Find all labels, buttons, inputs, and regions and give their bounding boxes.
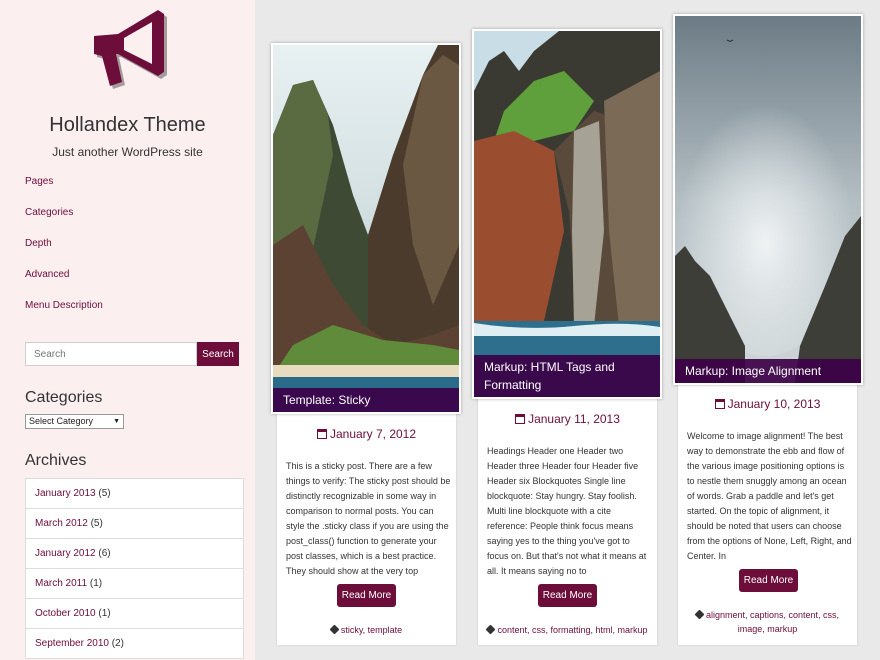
post-thumbnail[interactable]: Markup: Image Alignment (673, 14, 863, 385)
calendar-icon (515, 414, 526, 424)
nav-item-advanced[interactable]: Advanced (25, 269, 69, 280)
read-more-button[interactable]: Read More (337, 584, 396, 607)
archive-link[interactable]: March 2012 (35, 518, 88, 529)
category-select-value: Select Category (29, 416, 94, 426)
archive-link[interactable]: October 2010 (35, 608, 96, 619)
archive-link[interactable]: January 2012 (35, 548, 96, 559)
post-tags: alignment, captions, content, css, image… (678, 608, 857, 636)
list-item: January 2013 (5) (26, 479, 243, 509)
archive-count: (1) (98, 608, 111, 619)
cliff-photo (474, 31, 660, 397)
tag-links[interactable]: image, markup (738, 624, 798, 634)
calendar-icon (316, 429, 327, 439)
sidebar: Hollandex Theme Just another WordPress s… (0, 0, 255, 660)
archives-list: January 2013 (5) March 2012 (5) January … (25, 478, 244, 659)
list-item: September 2010 (2) (26, 629, 243, 659)
post-thumbnail[interactable]: Template: Sticky (271, 43, 461, 414)
tag-links[interactable]: sticky, template (341, 625, 402, 635)
nav-item-menu-description[interactable]: Menu Description (25, 300, 103, 311)
tag-icon (329, 624, 340, 635)
list-item: March 2012 (5) (26, 509, 243, 539)
megaphone-icon[interactable] (88, 4, 178, 94)
archive-count: (1) (89, 578, 103, 589)
archive-count: (5) (90, 518, 103, 529)
site-tagline: Just another WordPress site (52, 145, 203, 159)
archive-link[interactable]: September 2010 (35, 638, 109, 649)
search-button[interactable]: Search (197, 342, 239, 366)
cliff-photo (675, 16, 861, 383)
tag-links[interactable]: content, css, formatting, html, markup (497, 625, 647, 635)
post-title[interactable]: Markup: HTML Tags and Formatting (474, 355, 660, 397)
category-select[interactable]: Select Category ▼ (25, 414, 124, 429)
tag-icon (694, 609, 705, 620)
post-excerpt: This is a sticky post. There are a few t… (286, 461, 451, 576)
calendar-icon (714, 399, 725, 409)
post-date: January 10, 2013 (678, 397, 857, 411)
post-date: January 7, 2012 (277, 427, 456, 441)
archive-link[interactable]: January 2013 (35, 488, 96, 499)
post-date: January 11, 2013 (478, 412, 657, 426)
categories-widget-title: Categories (25, 389, 103, 406)
post-excerpt: Welcome to image alignment! The best way… (687, 431, 852, 561)
nav-item-categories[interactable]: Categories (25, 207, 73, 218)
post-thumbnail[interactable]: Markup: HTML Tags and Formatting (472, 29, 662, 399)
list-item: January 2012 (6) (26, 539, 243, 569)
post-title[interactable]: Markup: Image Alignment (675, 359, 861, 383)
post-tags: sticky, template (277, 623, 456, 637)
nav-item-pages[interactable]: Pages (25, 176, 53, 187)
chevron-down-icon: ▼ (113, 418, 120, 425)
post-title[interactable]: Template: Sticky (273, 388, 459, 412)
post-tags: content, css, formatting, html, markup (478, 623, 657, 637)
list-item: October 2010 (1) (26, 599, 243, 629)
post-excerpt: Headings Header one Header two Header th… (487, 446, 647, 576)
cliff-photo (273, 45, 459, 412)
post-card-image-alignment: January 10, 2013 Welcome to image alignm… (678, 375, 857, 645)
search-input[interactable] (25, 342, 197, 366)
tag-links[interactable]: alignment, captions, content, css, (706, 610, 839, 620)
site-title[interactable]: Hollandex Theme (0, 114, 255, 137)
archive-count: (2) (111, 638, 124, 649)
nav-item-depth[interactable]: Depth (25, 238, 52, 249)
post-card-sticky: January 7, 2012 This is a sticky post. T… (277, 405, 456, 645)
tag-icon (486, 624, 496, 635)
post-card-html-tags: January 11, 2013 Headings Header one Hea… (478, 390, 657, 645)
read-more-button[interactable]: Read More (538, 584, 597, 607)
archive-count: (6) (98, 548, 111, 559)
archives-widget-title: Archives (25, 452, 87, 469)
archive-count: (5) (98, 488, 111, 499)
list-item: March 2011 (1) (26, 569, 243, 599)
read-more-button[interactable]: Read More (739, 569, 798, 592)
archive-link[interactable]: March 2011 (35, 578, 87, 589)
